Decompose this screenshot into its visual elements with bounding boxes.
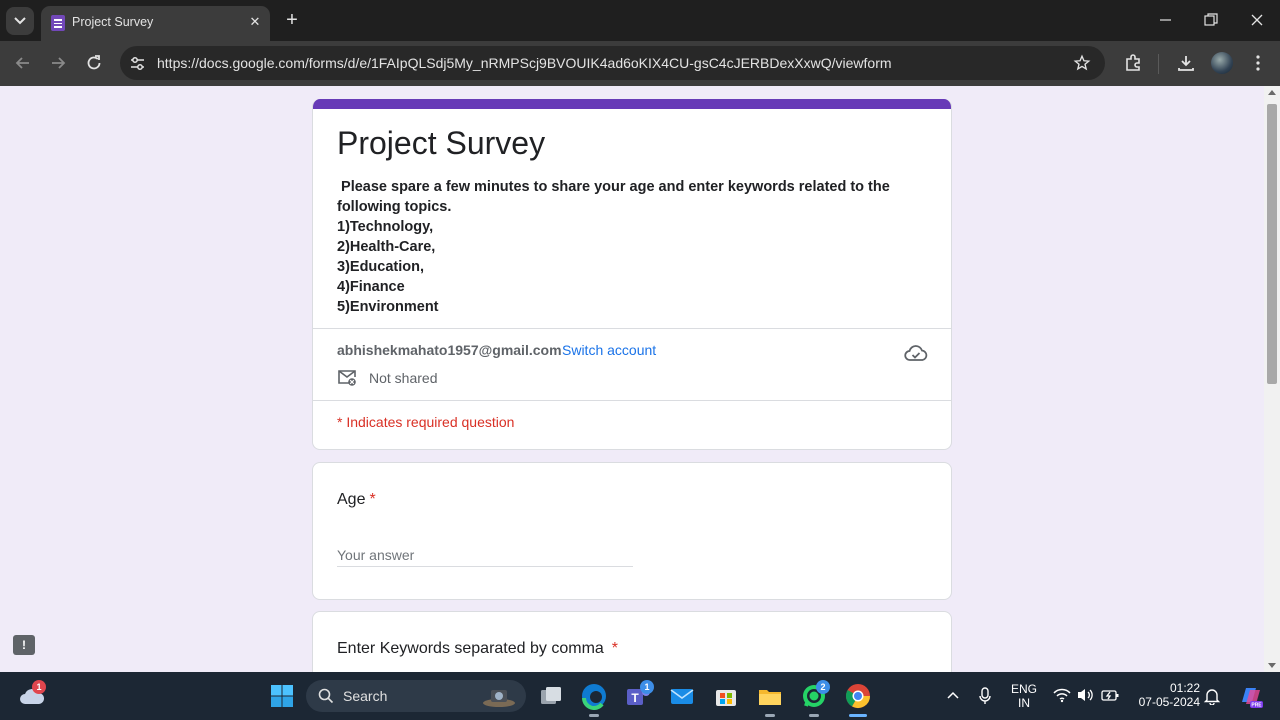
chrome-icon[interactable] <box>844 682 872 710</box>
google-forms-icon <box>51 15 65 31</box>
scroll-up-arrow-icon[interactable] <box>1268 90 1276 95</box>
back-arrow-icon[interactable] <box>12 52 34 74</box>
microphone-icon[interactable] <box>978 686 992 706</box>
mail-icon[interactable] <box>668 682 696 710</box>
description-line: 3)Education, <box>337 259 425 275</box>
whatsapp-badge: 2 <box>816 680 830 694</box>
svg-text:PRE: PRE <box>1251 703 1262 709</box>
page-scrollbar[interactable] <box>1264 86 1280 672</box>
form-header-card: Project Survey Please spare a few minute… <box>312 99 952 450</box>
site-settings-icon[interactable] <box>129 55 146 72</box>
windows-start-icon[interactable] <box>268 682 296 710</box>
show-hidden-icons-chevron-icon[interactable] <box>946 690 960 700</box>
browser-toolbar: https://docs.google.com/forms/d/e/1FAIpQ… <box>0 41 1280 86</box>
not-shared-label: Not shared <box>369 370 438 386</box>
divider <box>313 328 951 329</box>
clock[interactable]: 01:22 07-05-2024 <box>1130 681 1200 709</box>
reload-icon[interactable] <box>83 52 105 74</box>
cloud-saved-icon <box>904 345 928 361</box>
tab-search-button[interactable] <box>6 7 34 35</box>
question-card-age: Age * <box>312 462 952 600</box>
form-description: Please spare a few minutes to share your… <box>337 177 890 317</box>
address-bar[interactable]: https://docs.google.com/forms/d/e/1FAIpQ… <box>120 46 1105 80</box>
required-asterisk: * <box>611 640 619 657</box>
microsoft-store-icon[interactable] <box>712 682 740 710</box>
url-text[interactable]: https://docs.google.com/forms/d/e/1FAIpQ… <box>157 55 892 71</box>
volume-icon[interactable] <box>1076 687 1094 703</box>
copilot-icon[interactable]: PRE <box>1236 682 1264 710</box>
tab-close-icon[interactable]: ✕ <box>246 13 264 31</box>
age-answer-input[interactable] <box>337 543 633 567</box>
wifi-icon[interactable] <box>1053 687 1071 703</box>
windows-taskbar: 1 Search T 1 2 ENG IN 01:22 07-05-2024 P… <box>0 672 1280 720</box>
clock-date: 07-05-2024 <box>1138 695 1200 709</box>
minimize-icon[interactable] <box>1156 10 1176 30</box>
tab-project-survey[interactable]: Project Survey ✕ <box>41 6 270 41</box>
search-icon <box>318 688 334 704</box>
edge-browser-icon[interactable] <box>580 682 608 710</box>
file-explorer-icon[interactable] <box>756 682 784 710</box>
question-label: Enter Keywords separated by comma <box>337 640 604 657</box>
description-line: 2)Health-Care, <box>337 239 436 255</box>
report-issue-button[interactable]: ! <box>13 635 35 655</box>
forward-arrow-icon[interactable] <box>47 52 69 74</box>
not-shared-mail-icon <box>338 370 356 386</box>
description-line: 1)Technology, <box>337 219 434 235</box>
page-viewport: Project Survey Please spare a few minute… <box>0 86 1264 672</box>
download-icon[interactable] <box>1176 53 1196 73</box>
question-title: Enter Keywords separated by comma * <box>337 640 618 658</box>
search-highlight-icon <box>483 690 515 707</box>
new-tab-button[interactable]: + <box>282 10 302 30</box>
question-title: Age * <box>337 491 376 509</box>
notification-bell-icon[interactable] <box>1203 687 1221 705</box>
taskbar-search-box[interactable]: Search <box>306 680 526 712</box>
description-line: 4)Finance <box>337 279 405 295</box>
running-indicator <box>765 714 775 717</box>
profile-avatar[interactable] <box>1211 52 1233 74</box>
account-email: abhishekmahato1957@gmail.com <box>337 342 562 358</box>
running-indicator-active <box>849 714 867 717</box>
question-card-keywords: Enter Keywords separated by comma * <box>312 611 952 672</box>
close-window-icon[interactable] <box>1247 10 1267 30</box>
description-line: Please spare a few minutes to share your… <box>337 179 890 195</box>
running-indicator <box>809 714 819 717</box>
browser-tabbar: Project Survey ✕ + <box>0 0 1280 41</box>
required-note: * Indicates required question <box>337 414 515 430</box>
teams-badge: 1 <box>640 680 654 694</box>
required-asterisk: * <box>369 491 376 508</box>
running-indicator <box>589 714 599 717</box>
language-indicator[interactable]: ENG IN <box>1008 682 1040 710</box>
description-line: 5)Environment <box>337 299 439 315</box>
toolbar-separator <box>1158 54 1159 74</box>
bookmark-star-icon[interactable] <box>1073 54 1091 72</box>
tab-title: Project Survey <box>72 15 154 29</box>
clock-time: 01:22 <box>1169 681 1200 695</box>
form-title: Project Survey <box>337 125 546 161</box>
more-options-icon[interactable] <box>1248 53 1268 73</box>
switch-account-link[interactable]: Switch account <box>562 342 656 358</box>
scrollbar-thumb[interactable] <box>1267 104 1277 384</box>
extensions-icon[interactable] <box>1123 53 1143 73</box>
divider <box>313 400 951 401</box>
description-line: following topics. <box>337 199 452 215</box>
chevron-down-icon <box>14 17 26 25</box>
weather-badge: 1 <box>32 680 46 694</box>
search-label: Search <box>343 688 388 704</box>
battery-charging-icon[interactable] <box>1100 687 1120 703</box>
form-accent-bar <box>313 99 951 109</box>
restore-icon[interactable] <box>1201 10 1221 30</box>
question-label: Age <box>337 491 366 508</box>
svg-text:T: T <box>631 691 639 705</box>
region-code: IN <box>1018 696 1030 710</box>
task-view-icon[interactable] <box>537 682 565 710</box>
language-code: ENG <box>1010 682 1037 696</box>
scroll-down-arrow-icon[interactable] <box>1268 663 1276 668</box>
